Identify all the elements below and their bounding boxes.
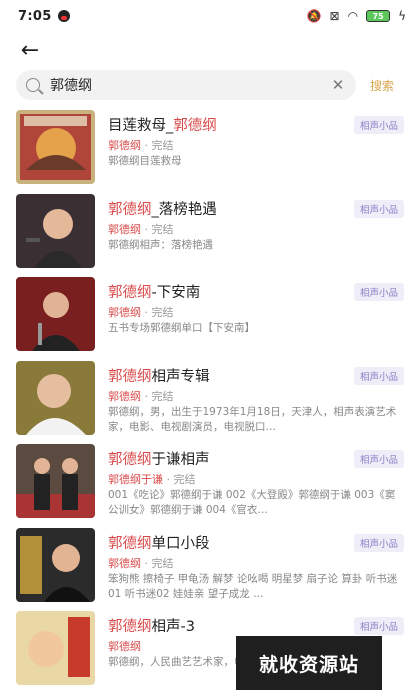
result-meta: 郭德纲 · 完结	[108, 139, 174, 152]
search-icon	[26, 78, 40, 92]
cover-art	[16, 527, 95, 602]
result-item[interactable]: 郭德纲-下安南 郭德纲 · 完结 五书专场郭德纲单口【下安南】 相声小品	[0, 275, 420, 359]
cover-image	[16, 360, 95, 435]
result-meta: 郭德纲 · 完结	[108, 222, 174, 236]
cover-image	[16, 611, 95, 685]
cover-image	[16, 193, 95, 268]
search-box[interactable]: ✕	[16, 70, 356, 100]
charging-icon: ϟ	[398, 9, 406, 23]
clear-icon[interactable]: ✕	[330, 76, 346, 94]
cover-art	[16, 277, 95, 351]
result-item[interactable]: 目莲救母_郭德纲 郭德纲 · 完结 郭德纲目莲救母 相声小品	[0, 108, 420, 192]
result-title: 郭德纲-下安南	[108, 285, 201, 301]
result-list: 目莲救母_郭德纲 郭德纲 · 完结 郭德纲目莲救母 相声小品 郭德纲_落榜艳遇 …	[0, 108, 420, 693]
result-title: 郭德纲于谦相声	[108, 452, 210, 468]
category-tag: 相声小品	[353, 199, 404, 218]
category-tag: 相声小品	[353, 283, 404, 301]
result-meta: 郭德纲于谦 · 完结	[108, 473, 196, 486]
category-tag: 相声小品	[353, 366, 404, 385]
cover-art	[16, 444, 95, 518]
cover-image	[16, 110, 95, 184]
category-tag: 相声小品	[353, 533, 404, 552]
qq-icon	[57, 10, 70, 22]
result-desc: 郭德纲目莲救母	[108, 155, 182, 167]
result-title: 郭德纲相声专辑	[108, 368, 210, 385]
result-desc: 五书专场郭德纲单口【下安南】	[108, 322, 255, 334]
battery-level: 75	[372, 11, 384, 21]
cover-image	[16, 444, 95, 518]
status-time: 7:05	[18, 8, 52, 24]
result-item[interactable]: 郭德纲单口小段 郭德纲 · 完结 笨狗熊 擦椅子 甲龟汤 解梦 论吆喝 明星梦 …	[0, 526, 420, 610]
result-meta: 郭德纲 · 完结	[108, 556, 174, 570]
result-meta: 郭德纲 · 完结	[108, 389, 174, 403]
battery-icon: 75	[366, 10, 391, 22]
category-tag: 相声小品	[353, 116, 404, 134]
result-desc: 郭德纲相声：落榜艳遇	[108, 238, 213, 251]
result-title: 郭德纲相声-3	[108, 619, 195, 635]
watermark-badge: 就收资源站	[236, 636, 382, 690]
search-row: ✕ 搜索	[16, 70, 412, 100]
result-title: 郭德纲_落榜艳遇	[108, 201, 217, 218]
mute-icon: 🔕	[306, 9, 322, 23]
result-title: 目莲救母_郭德纲	[108, 118, 217, 134]
result-meta: 郭德纲 · 完结	[108, 306, 174, 319]
cover-art	[16, 611, 95, 685]
result-title: 郭德纲单口小段	[108, 535, 210, 552]
result-item[interactable]: 郭德纲_落榜艳遇 郭德纲 · 完结 郭德纲相声：落榜艳遇 相声小品	[0, 192, 420, 276]
status-right: 🔕 ⊠ ◠ 75 ϟ	[307, 9, 406, 23]
status-bar: 7:05 🔕 ⊠ ◠ 75 ϟ	[0, 0, 420, 32]
category-tag: 相声小品	[353, 617, 404, 635]
back-arrow-icon[interactable]: ←	[16, 36, 44, 64]
result-desc: 郭德纲，男，出生于1973年1月18日，天津人，相声表演艺术家，电影、电视剧演员…	[108, 405, 397, 433]
cover-art	[16, 360, 95, 435]
search-input[interactable]	[50, 77, 330, 93]
result-item[interactable]: 郭德纲于谦相声 郭德纲于谦 · 完结 001《吃论》郭德纲于谦 002《大登殿》…	[0, 442, 420, 526]
result-desc: 001《吃论》郭德纲于谦 002《大登殿》郭德纲于谦 003《窦公训女》郭德纲于…	[108, 489, 396, 516]
search-button[interactable]: 搜索	[370, 77, 394, 94]
result-meta: 郭德纲	[108, 640, 141, 653]
cover-image	[16, 527, 95, 602]
status-left: 7:05	[18, 9, 70, 24]
cover-art	[16, 110, 95, 184]
cover-image	[16, 277, 95, 351]
category-tag: 相声小品	[353, 450, 404, 468]
wifi-icon: ◠	[347, 9, 359, 23]
result-item[interactable]: 郭德纲相声专辑 郭德纲 · 完结 郭德纲，男，出生于1973年1月18日，天津人…	[0, 359, 420, 443]
result-desc: 笨狗熊 擦椅子 甲龟汤 解梦 论吆喝 明星梦 扇子论 算卦 听书迷01 听书迷0…	[108, 572, 398, 600]
sim-icon: ⊠	[329, 9, 340, 23]
cover-art	[16, 193, 95, 268]
